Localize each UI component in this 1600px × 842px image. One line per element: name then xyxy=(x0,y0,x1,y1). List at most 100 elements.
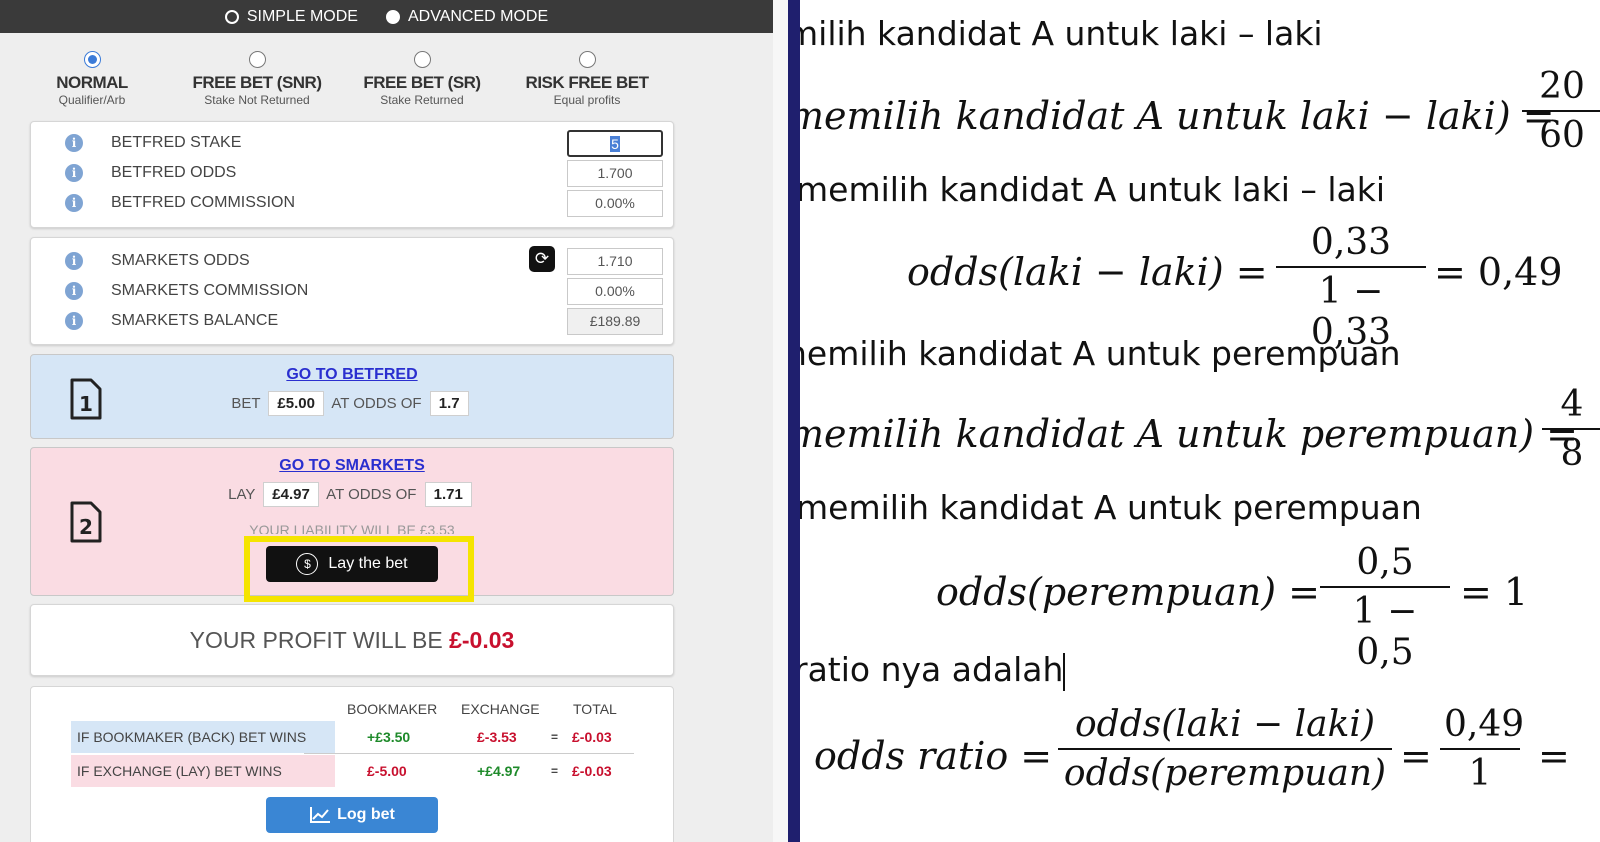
lay-word: LAY xyxy=(228,486,256,503)
exchange-commission-input[interactable]: 0.00% xyxy=(567,278,663,305)
bookmaker-stake-row: i BETFRED STAKE 5 xyxy=(31,128,673,158)
doc-line-5-text: ratio nya adalah xyxy=(800,650,1064,689)
step-1-back-bet: 1 GO TO BETFRED BET £5.00 AT ODDS OF 1.7 xyxy=(30,354,674,439)
exchange-commission-row: i SMARKETS COMMISSION 0.00% xyxy=(31,276,673,306)
eq-5-denominator: odds(perempuan) xyxy=(1063,753,1387,794)
fraction-bar xyxy=(1542,428,1600,430)
eq-2-numerator: 0,33 xyxy=(1310,222,1392,263)
doc-eq-5-fraction-2: 0,49 1 xyxy=(1440,704,1525,794)
go-to-bookmaker-link[interactable]: GO TO BETFRED xyxy=(31,366,673,384)
liability-text: YOUR LIABILITY WILL BE £3.53 xyxy=(249,522,455,534)
bet-type-sub: Stake Returned xyxy=(380,93,464,107)
eq-5-denominator-2: 1 xyxy=(1468,753,1492,794)
back-odds-chip: 1.7 xyxy=(429,391,469,416)
bet-type-name: NORMAL xyxy=(56,73,128,92)
bet-type-normal-radio[interactable] xyxy=(83,51,101,68)
log-bet-button[interactable]: Log bet xyxy=(266,797,438,833)
bet-type-free-snr[interactable]: FREE BET (SNR) Stake Not Returned xyxy=(172,51,342,107)
bookmaker-stake-input[interactable]: 5 xyxy=(567,130,663,157)
at-odds-word: AT ODDS OF xyxy=(326,486,417,503)
mode-bar: SIMPLE MODE ADVANCED MODE xyxy=(0,0,773,33)
bet-type-free-sr-radio[interactable] xyxy=(413,51,431,68)
simple-mode-label[interactable]: SIMPLE MODE xyxy=(247,8,358,26)
fraction-bar xyxy=(1276,266,1426,268)
bet-type-sub: Equal profits xyxy=(553,93,621,107)
results-divider xyxy=(304,753,634,754)
exchange-odds-input[interactable]: 1.710 xyxy=(567,248,663,275)
lay-stake-chip: £4.97 xyxy=(263,482,319,507)
simple-mode-radio[interactable] xyxy=(224,9,239,24)
doc-line-2: memilih kandidat A untuk laki – laki xyxy=(800,170,1386,209)
row-lay-exchange: +£4.97 xyxy=(477,763,521,779)
bet-type-selector: NORMAL Qualifier/Arb FREE BET (SNR) Stak… xyxy=(30,51,670,121)
eq-5-numerator: odds(laki − laki) xyxy=(1075,704,1375,745)
advanced-mode-radio[interactable] xyxy=(385,9,400,24)
bet-type-name: FREE BET (SNR) xyxy=(192,73,323,92)
row-back-bookmaker: +£3.50 xyxy=(367,729,411,745)
lay-the-bet-button[interactable]: $ Lay the bet xyxy=(266,546,438,582)
doc-line-4: memilih kandidat A untuk perempuan xyxy=(800,488,1422,527)
fraction-bar xyxy=(1440,748,1520,750)
exchange-balance-input[interactable]: £189.89 xyxy=(567,308,663,335)
bookmaker-commission-row: i BETFRED COMMISSION 0.00% xyxy=(31,188,673,218)
bookmaker-commission-input[interactable]: 0.00% xyxy=(567,190,663,217)
doc-eq-1-lhs: memilih kandidat A untuk laki − laki) = xyxy=(800,94,1555,138)
info-icon[interactable]: i xyxy=(65,194,83,212)
row-back-exchange: £-3.53 xyxy=(477,729,517,745)
eq-3-numerator: 4 xyxy=(1560,384,1584,425)
lay-odds-chip: 1.71 xyxy=(424,482,472,507)
header-total: TOTAL xyxy=(573,701,617,717)
exchange-odds-row: i SMARKETS ODDS 1.710 xyxy=(31,246,673,276)
bet-type-risk-free[interactable]: RISK FREE BET Equal profits xyxy=(502,51,672,107)
bookmaker-commission-label: BETFRED COMMISSION xyxy=(111,194,296,211)
bet-type-free-snr-radio[interactable] xyxy=(248,51,266,68)
info-icon[interactable]: i xyxy=(65,164,83,182)
doc-eq-4-result: = 1 xyxy=(1460,570,1529,614)
header-exchange: EXCHANGE xyxy=(461,701,540,717)
bookmaker-stake-value: 5 xyxy=(610,136,620,152)
bookmaker-odds-label: BETFRED ODDS xyxy=(111,164,237,181)
row-back-total: £-0.03 xyxy=(572,729,612,745)
info-icon[interactable]: i xyxy=(65,252,83,270)
matched-betting-calculator: SIMPLE MODE ADVANCED MODE NORMAL Qualifi… xyxy=(0,0,773,842)
eq-1-numerator: 20 xyxy=(1539,66,1585,107)
profit-value: £-0.03 xyxy=(449,627,515,653)
doc-line-3: nemilih kandidat A untuk perempuan xyxy=(800,334,1401,373)
exchange-commission-label: SMARKETS COMMISSION xyxy=(111,282,309,299)
info-icon[interactable]: i xyxy=(65,282,83,300)
doc-eq-4-fraction: 0,5 1 − 0,5 xyxy=(1320,542,1450,673)
row-lay-equals: = xyxy=(551,764,559,778)
row-lay-bookmaker: £-5.00 xyxy=(367,763,407,779)
doc-eq-5-equals: = xyxy=(1400,734,1432,778)
bookmaker-odds-input[interactable]: 1.700 xyxy=(567,160,663,187)
document-page[interactable]: milih kandidat A untuk laki – laki memil… xyxy=(800,0,1600,842)
doc-eq-2-lhs: odds(laki − laki) = xyxy=(907,250,1268,294)
bet-type-name: RISK FREE BET xyxy=(525,73,649,92)
at-odds-word: AT ODDS OF xyxy=(331,395,422,412)
header-bookmaker: BOOKMAKER xyxy=(347,701,438,717)
doc-eq-1-fraction: 20 60 xyxy=(1522,66,1600,156)
exchange-card: ⟳ i SMARKETS ODDS 1.710 i SMARKETS COMMI… xyxy=(30,237,674,345)
eq-3-denominator: 8 xyxy=(1560,433,1584,474)
log-bet-label: Log bet xyxy=(337,806,395,823)
doc-eq-3-lhs: memilih kandidat A untuk perempuan) = xyxy=(800,412,1579,456)
doc-eq-4-lhs: odds(perempuan) = xyxy=(936,570,1321,614)
doc-eq-2-result: = 0,49 xyxy=(1434,250,1563,294)
exchange-balance-row: i SMARKETS BALANCE £189.89 xyxy=(31,306,673,336)
profit-label: YOUR PROFIT WILL BE xyxy=(189,627,443,653)
bet-type-risk-free-radio[interactable] xyxy=(578,51,596,68)
go-to-exchange-link[interactable]: GO TO SMARKETS xyxy=(31,457,673,475)
bookmaker-stake-label: BETFRED STAKE xyxy=(111,134,242,151)
doc-line-5[interactable]: ratio nya adalah xyxy=(800,650,1066,691)
info-icon[interactable]: i xyxy=(65,134,83,152)
bet-type-sub: Stake Not Returned xyxy=(204,93,310,107)
back-bet-instruction: BET £5.00 AT ODDS OF 1.7 xyxy=(31,391,673,416)
eq-4-denominator: 1 − 0,5 xyxy=(1352,591,1418,673)
fraction-bar xyxy=(1320,586,1450,588)
advanced-mode-label[interactable]: ADVANCED MODE xyxy=(408,8,548,26)
bet-type-normal[interactable]: NORMAL Qualifier/Arb xyxy=(7,51,177,107)
row-lay-total: £-0.03 xyxy=(572,763,612,779)
bet-type-free-sr[interactable]: FREE BET (SR) Stake Returned xyxy=(337,51,507,107)
eq-5-numerator-2: 0,49 xyxy=(1444,704,1525,745)
info-icon[interactable]: i xyxy=(65,312,83,330)
